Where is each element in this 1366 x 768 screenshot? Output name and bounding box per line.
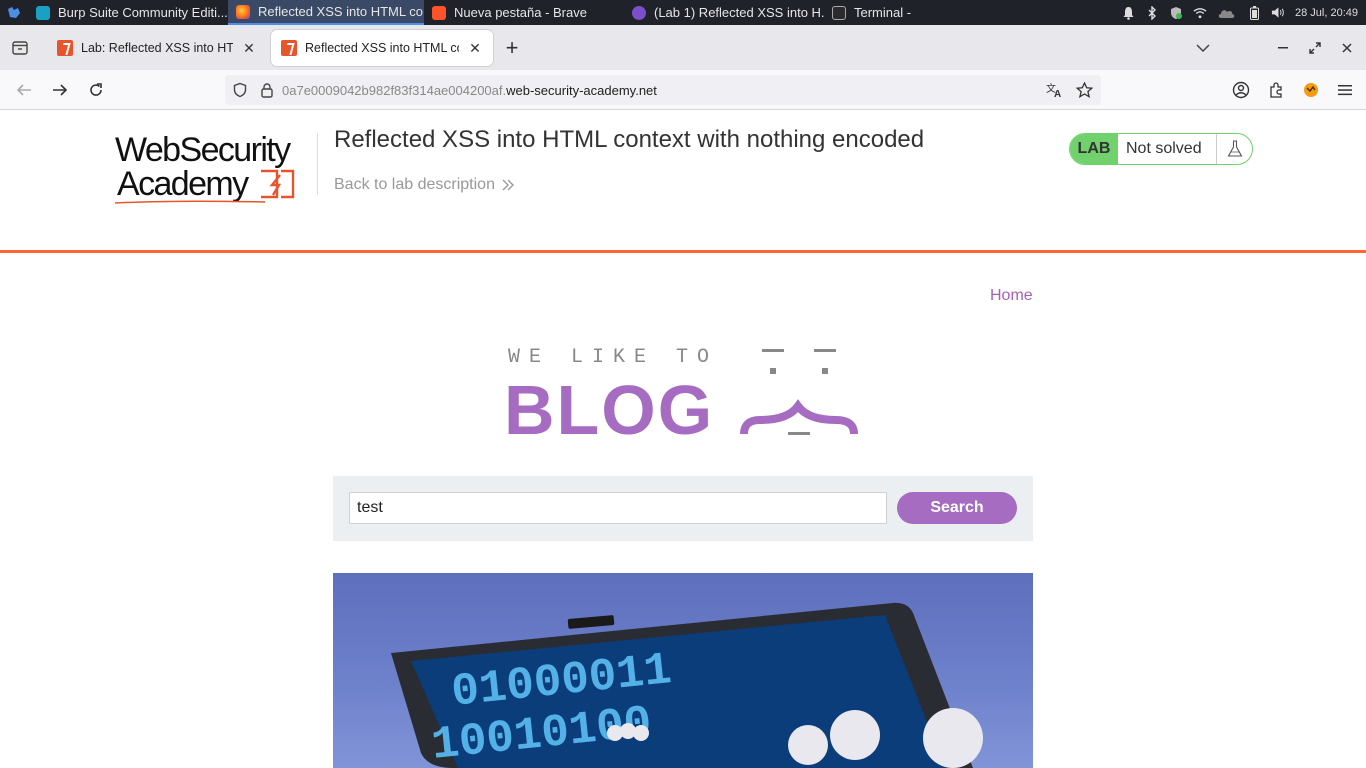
- taskbar-task-terminal[interactable]: Terminal -: [824, 0, 934, 25]
- blog-logo: WE LIKE TO BLOG: [500, 342, 870, 449]
- app-launcher-icon[interactable]: [0, 0, 28, 25]
- taskbar-task-label: (Lab 1) Reflected XSS into H...: [654, 5, 824, 20]
- lab-title: Reflected XSS into HTML context with not…: [334, 126, 925, 153]
- logo-line-2: Academy: [117, 165, 249, 203]
- academy-bolt-icon: [261, 169, 295, 199]
- blog-post-image[interactable]: 01000011 10010100: [333, 573, 1033, 768]
- search-input[interactable]: test: [349, 492, 887, 524]
- taskbar-task-brave[interactable]: Nueva pestaña - Brave: [424, 0, 624, 25]
- clock[interactable]: 28 Jul, 20:49: [1295, 7, 1358, 19]
- portswigger-favicon-icon: [57, 39, 73, 56]
- wifi-icon[interactable]: [1193, 6, 1207, 20]
- restore-icon[interactable]: [1308, 41, 1322, 55]
- tab-lab-description[interactable]: Lab: Reflected XSS into HTML ✕: [47, 31, 267, 65]
- reload-button[interactable]: [78, 74, 114, 106]
- battery-icon[interactable]: [1247, 5, 1261, 20]
- portswigger-favicon-icon: [281, 39, 297, 56]
- back-button[interactable]: [6, 74, 42, 106]
- lab-badge: LAB: [1070, 134, 1118, 164]
- foxyproxy-icon[interactable]: [1302, 81, 1320, 99]
- shield-check-icon[interactable]: [1169, 6, 1183, 20]
- logo-line-1: WebSecurity: [115, 131, 291, 169]
- web-security-academy-logo[interactable]: WebSecurity Academy: [115, 133, 315, 205]
- bluetooth-icon[interactable]: [1145, 5, 1159, 20]
- firefox-icon: [236, 4, 250, 19]
- extensions-icon[interactable]: [1268, 82, 1284, 98]
- back-to-lab-description-link[interactable]: Back to lab description: [334, 176, 515, 194]
- url-domain: web-security-academy.net: [506, 82, 657, 98]
- volume-icon[interactable]: [1271, 6, 1285, 20]
- url-bar-actions: 文A: [1046, 75, 1101, 105]
- chevron-down-icon[interactable]: [1196, 41, 1210, 55]
- browser-nav-bar: 0a7e0009042b982f83f314ae004200af.web-sec…: [0, 70, 1366, 110]
- close-window-icon[interactable]: [1340, 41, 1354, 55]
- flask-icon: [1216, 134, 1252, 164]
- taskbar-task-label: Burp Suite Community Editi...: [58, 5, 228, 20]
- forward-button[interactable]: [42, 74, 78, 106]
- home-link[interactable]: Home: [990, 287, 1033, 305]
- back-link-label: Back to lab description: [334, 176, 495, 193]
- url-text[interactable]: 0a7e0009042b982f83f314ae004200af.web-sec…: [282, 83, 657, 98]
- curly-face-icon: [740, 349, 858, 435]
- new-tab-button[interactable]: +: [497, 33, 527, 63]
- search-button[interactable]: Search: [897, 492, 1017, 524]
- translate-icon[interactable]: 文A: [1046, 82, 1064, 98]
- url-bar[interactable]: 0a7e0009042b982f83f314ae004200af.web-sec…: [225, 75, 1101, 105]
- taskbar-task-lab-notes[interactable]: (Lab 1) Reflected XSS into H...: [624, 0, 824, 25]
- search-panel: test Search: [333, 476, 1033, 541]
- cloud-icon[interactable]: [1217, 6, 1237, 20]
- menu-icon[interactable]: [1338, 84, 1352, 96]
- bookmark-star-icon[interactable]: [1076, 82, 1093, 98]
- brave-icon: [432, 5, 446, 20]
- taskbar-task-label: Terminal -: [854, 5, 912, 20]
- system-tray: 28 Jul, 20:49: [1121, 0, 1366, 25]
- tab-lab-instance[interactable]: Reflected XSS into HTML cont ✕: [271, 29, 493, 66]
- svg-text:A: A: [1054, 89, 1061, 98]
- account-icon[interactable]: [1232, 81, 1250, 99]
- minimize-icon[interactable]: [1276, 41, 1290, 55]
- terminal-icon: [832, 5, 846, 20]
- taskbar-task-label: Reflected XSS into HTML co...: [258, 4, 424, 19]
- header-divider: [317, 133, 318, 195]
- tab-label: Reflected XSS into HTML cont: [305, 40, 459, 55]
- os-taskbar: Burp Suite Community Editi... Reflected …: [0, 0, 1366, 25]
- taskbar-task-burp[interactable]: Burp Suite Community Editi...: [28, 0, 228, 25]
- blog-logo-word: BLOG: [504, 371, 715, 449]
- logo-underline-swoosh: [115, 200, 266, 204]
- toolbar-right: [1232, 70, 1366, 110]
- lock-icon[interactable]: [260, 82, 274, 98]
- tab-label: Lab: Reflected XSS into HTML: [81, 40, 233, 55]
- lab-status-text: Not solved: [1126, 140, 1202, 157]
- lab-status-widget: LAB Not solved: [1069, 133, 1253, 165]
- close-tab-icon[interactable]: ✕: [241, 40, 257, 56]
- url-host: 0a7e0009042b982f83f314ae004200af.: [282, 82, 507, 98]
- taskbar-task-firefox[interactable]: Reflected XSS into HTML co...: [228, 0, 424, 25]
- laptop-binary-illustration: 01000011 10010100: [391, 602, 983, 768]
- notes-app-icon: [632, 5, 646, 20]
- lab-header: WebSecurity Academy Reflected XSS into H…: [0, 111, 1366, 253]
- close-tab-icon[interactable]: ✕: [467, 40, 483, 56]
- burp-icon: [36, 5, 50, 20]
- blog-tagline: WE LIKE TO: [508, 346, 719, 369]
- tab-list-icon[interactable]: [0, 25, 40, 70]
- taskbar-task-label: Nueva pestaña - Brave: [454, 5, 587, 20]
- window-controls: [1196, 25, 1366, 70]
- tracking-protection-shield-icon[interactable]: [232, 82, 248, 98]
- notification-bell-icon[interactable]: [1121, 6, 1135, 20]
- double-chevron-right-icon: [502, 179, 514, 191]
- browser-tab-strip: Lab: Reflected XSS into HTML ✕ Reflected…: [0, 25, 1366, 70]
